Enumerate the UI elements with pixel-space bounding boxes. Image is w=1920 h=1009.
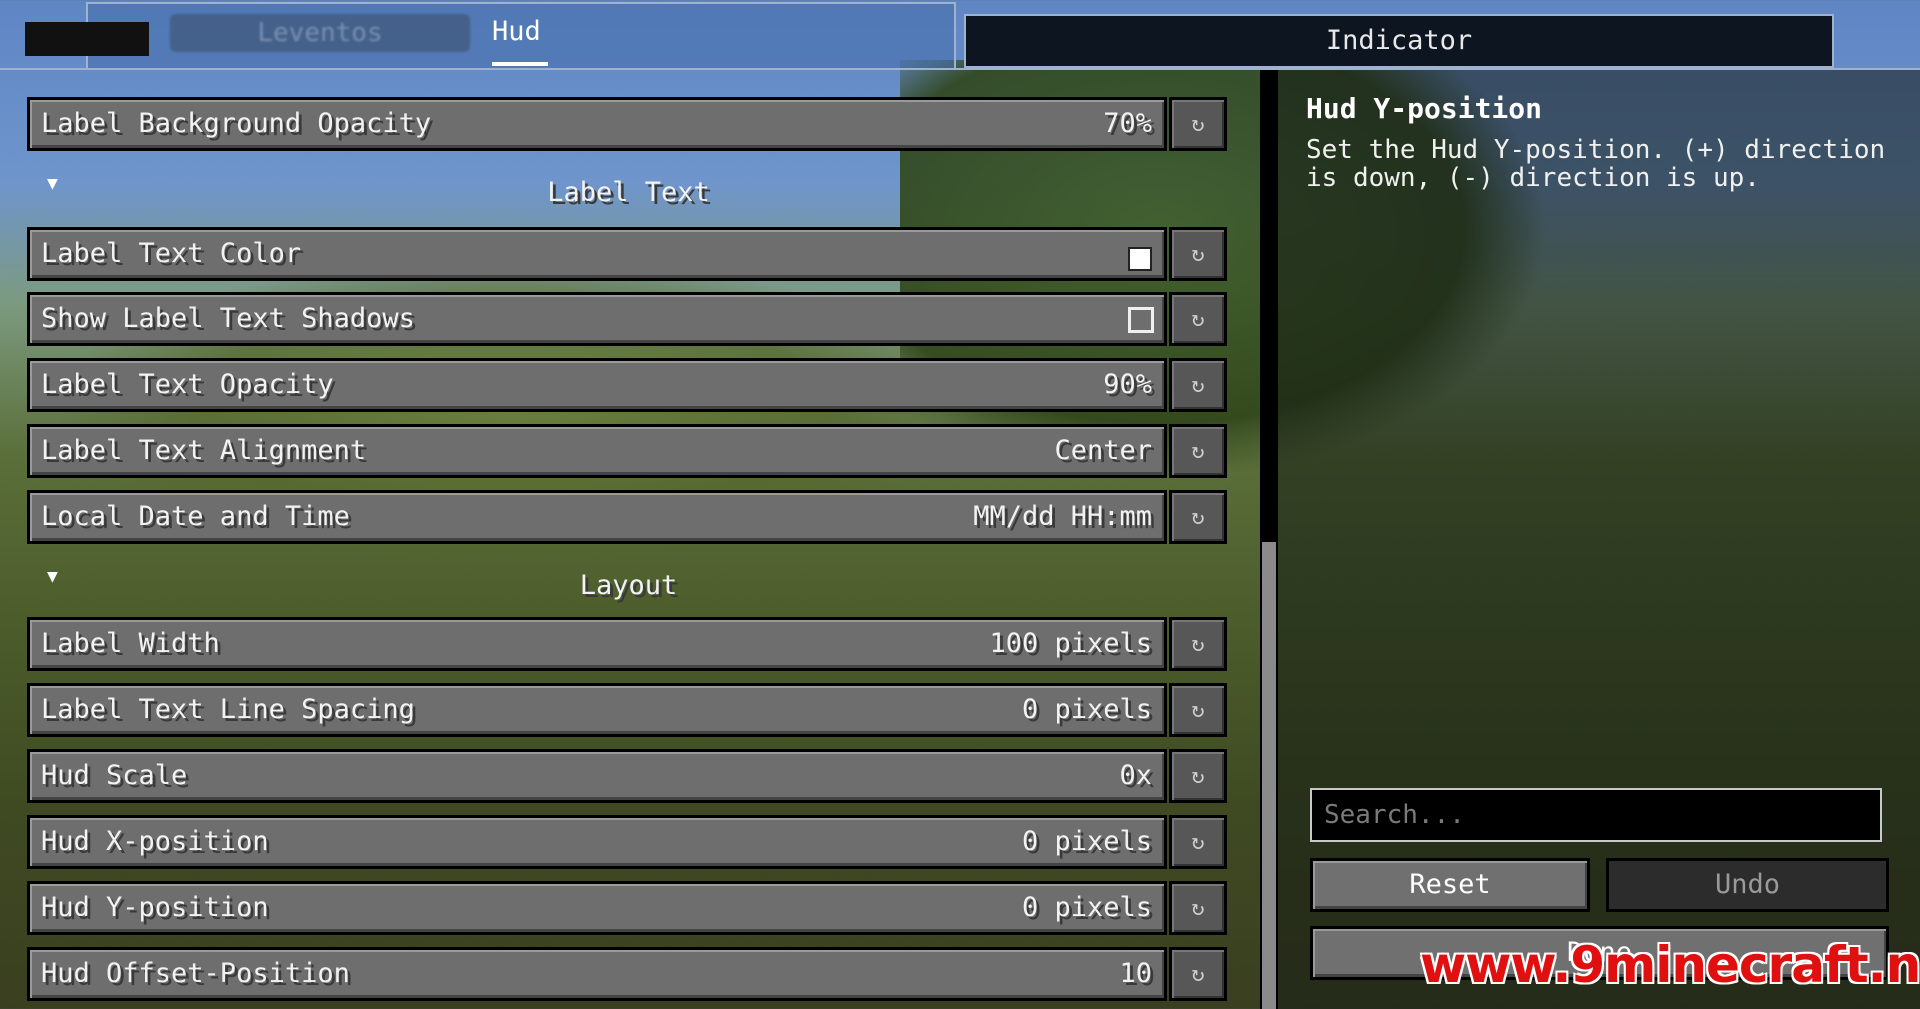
- reset-icon[interactable]: ↻: [1169, 490, 1227, 544]
- setting-label: Label Text Opacity: [41, 369, 334, 400]
- tab-hud-underline: [492, 62, 548, 66]
- setting-local-date-and-time[interactable]: Local Date and Time MM/dd HH:mm: [27, 490, 1167, 544]
- setting-label: Label Background Opacity: [41, 108, 432, 139]
- setting-hud-x-position[interactable]: Hud X-position 0 pixels: [27, 815, 1167, 869]
- setting-value: 70%: [1103, 108, 1152, 139]
- reset-icon[interactable]: ↻: [1169, 358, 1227, 412]
- setting-label: Hud Y-position: [41, 892, 269, 923]
- setting-row: Show Label Text Shadows ↻: [27, 292, 1230, 346]
- setting-row: Local Date and Time MM/dd HH:mm ↻: [27, 490, 1230, 544]
- reset-icon[interactable]: ↻: [1169, 881, 1227, 935]
- settings-list: Label Background Opacity 70% ↻ ▼ Label T…: [0, 70, 1258, 1009]
- checkbox[interactable]: [1128, 307, 1154, 333]
- tab-indicator[interactable]: Indicator: [964, 14, 1834, 68]
- panel-description: Set the Hud Y-position. (+) direction is…: [1306, 135, 1886, 193]
- setting-value: 100 pixels: [989, 628, 1152, 659]
- setting-label: Hud Offset-Position: [41, 958, 350, 989]
- tab-hud[interactable]: Hud: [492, 16, 541, 47]
- undo-button[interactable]: Undo: [1606, 858, 1889, 912]
- color-swatch[interactable]: [1128, 247, 1152, 271]
- reset-icon[interactable]: ↻: [1169, 683, 1227, 737]
- setting-label-text-alignment[interactable]: Label Text Alignment Center: [27, 424, 1167, 478]
- setting-label: Hud X-position: [41, 826, 269, 857]
- tab-edge-stub: [25, 22, 149, 56]
- reset-icon[interactable]: ↻: [1169, 815, 1227, 869]
- reset-icon[interactable]: ↻: [1169, 292, 1227, 346]
- scrollbar-thumb[interactable]: [1262, 542, 1276, 1009]
- reset-button[interactable]: Reset: [1310, 858, 1590, 912]
- setting-hud-offset-position[interactable]: Hud Offset-Position 10: [27, 947, 1167, 1001]
- reset-icon[interactable]: ↻: [1169, 424, 1227, 478]
- setting-hud-y-position[interactable]: Hud Y-position 0 pixels: [27, 881, 1167, 935]
- setting-row: Label Width 100 pixels ↻: [27, 617, 1230, 671]
- setting-value: Center: [1054, 435, 1152, 466]
- setting-label: Label Text Line Spacing: [41, 694, 415, 725]
- watermark: www.9minecraft.net: [1420, 936, 1920, 994]
- tab-bar: Leventos Hud Indicator: [0, 0, 1920, 70]
- section-header-label-text[interactable]: ▼ Label Text: [27, 165, 1230, 219]
- reset-icon[interactable]: ↻: [1169, 947, 1227, 1001]
- setting-row: Hud Offset-Position 10 ↻: [27, 947, 1230, 1001]
- setting-label: Local Date and Time: [41, 501, 350, 532]
- setting-show-label-text-shadows[interactable]: Show Label Text Shadows: [27, 292, 1167, 346]
- setting-label: Show Label Text Shadows: [41, 303, 415, 334]
- reset-icon[interactable]: ↻: [1169, 617, 1227, 671]
- setting-value: 10: [1119, 958, 1152, 989]
- panel-title: Hud Y-position: [1306, 92, 1543, 125]
- reset-icon[interactable]: ↻: [1169, 97, 1227, 151]
- setting-row: Hud X-position 0 pixels ↻: [27, 815, 1230, 869]
- setting-label-text-opacity[interactable]: Label Text Opacity 90%: [27, 358, 1167, 412]
- setting-value: 0 pixels: [1021, 694, 1152, 725]
- section-header-layout[interactable]: ▼ Layout: [27, 558, 1230, 612]
- setting-row: Label Text Line Spacing 0 pixels ↻: [27, 683, 1230, 737]
- tab-blurred[interactable]: Leventos: [170, 14, 470, 52]
- setting-value: 0 pixels: [1021, 892, 1152, 923]
- search-box[interactable]: [1310, 788, 1882, 842]
- setting-value: 0 pixels: [1021, 826, 1152, 857]
- setting-label: Label Text Color: [41, 238, 302, 269]
- setting-row: Label Background Opacity 70% ↻: [27, 97, 1230, 151]
- setting-label: Label Width: [41, 628, 220, 659]
- setting-label-width[interactable]: Label Width 100 pixels: [27, 617, 1167, 671]
- reset-icon[interactable]: ↻: [1169, 227, 1227, 281]
- setting-value: 0x: [1119, 760, 1152, 791]
- setting-row: Label Text Color ↻: [27, 227, 1230, 281]
- setting-label: Hud Scale: [41, 760, 188, 791]
- setting-value: MM/dd HH:mm: [973, 501, 1152, 532]
- setting-row: Label Text Opacity 90% ↻: [27, 358, 1230, 412]
- setting-label-text-line-spacing[interactable]: Label Text Line Spacing 0 pixels: [27, 683, 1167, 737]
- section-title: Label Text: [547, 177, 710, 208]
- setting-label-background-opacity[interactable]: Label Background Opacity 70%: [27, 97, 1167, 151]
- section-title: Layout: [579, 570, 678, 601]
- search-input[interactable]: [1322, 790, 1876, 840]
- setting-hud-scale[interactable]: Hud Scale 0x: [27, 749, 1167, 803]
- setting-row: Label Text Alignment Center ↻: [27, 424, 1230, 478]
- setting-label: Label Text Alignment: [41, 435, 367, 466]
- reset-icon[interactable]: ↻: [1169, 749, 1227, 803]
- setting-label-text-color[interactable]: Label Text Color: [27, 227, 1167, 281]
- setting-row: Hud Scale 0x ↻: [27, 749, 1230, 803]
- setting-row: Hud Y-position 0 pixels ↻: [27, 881, 1230, 935]
- setting-value: 90%: [1103, 369, 1152, 400]
